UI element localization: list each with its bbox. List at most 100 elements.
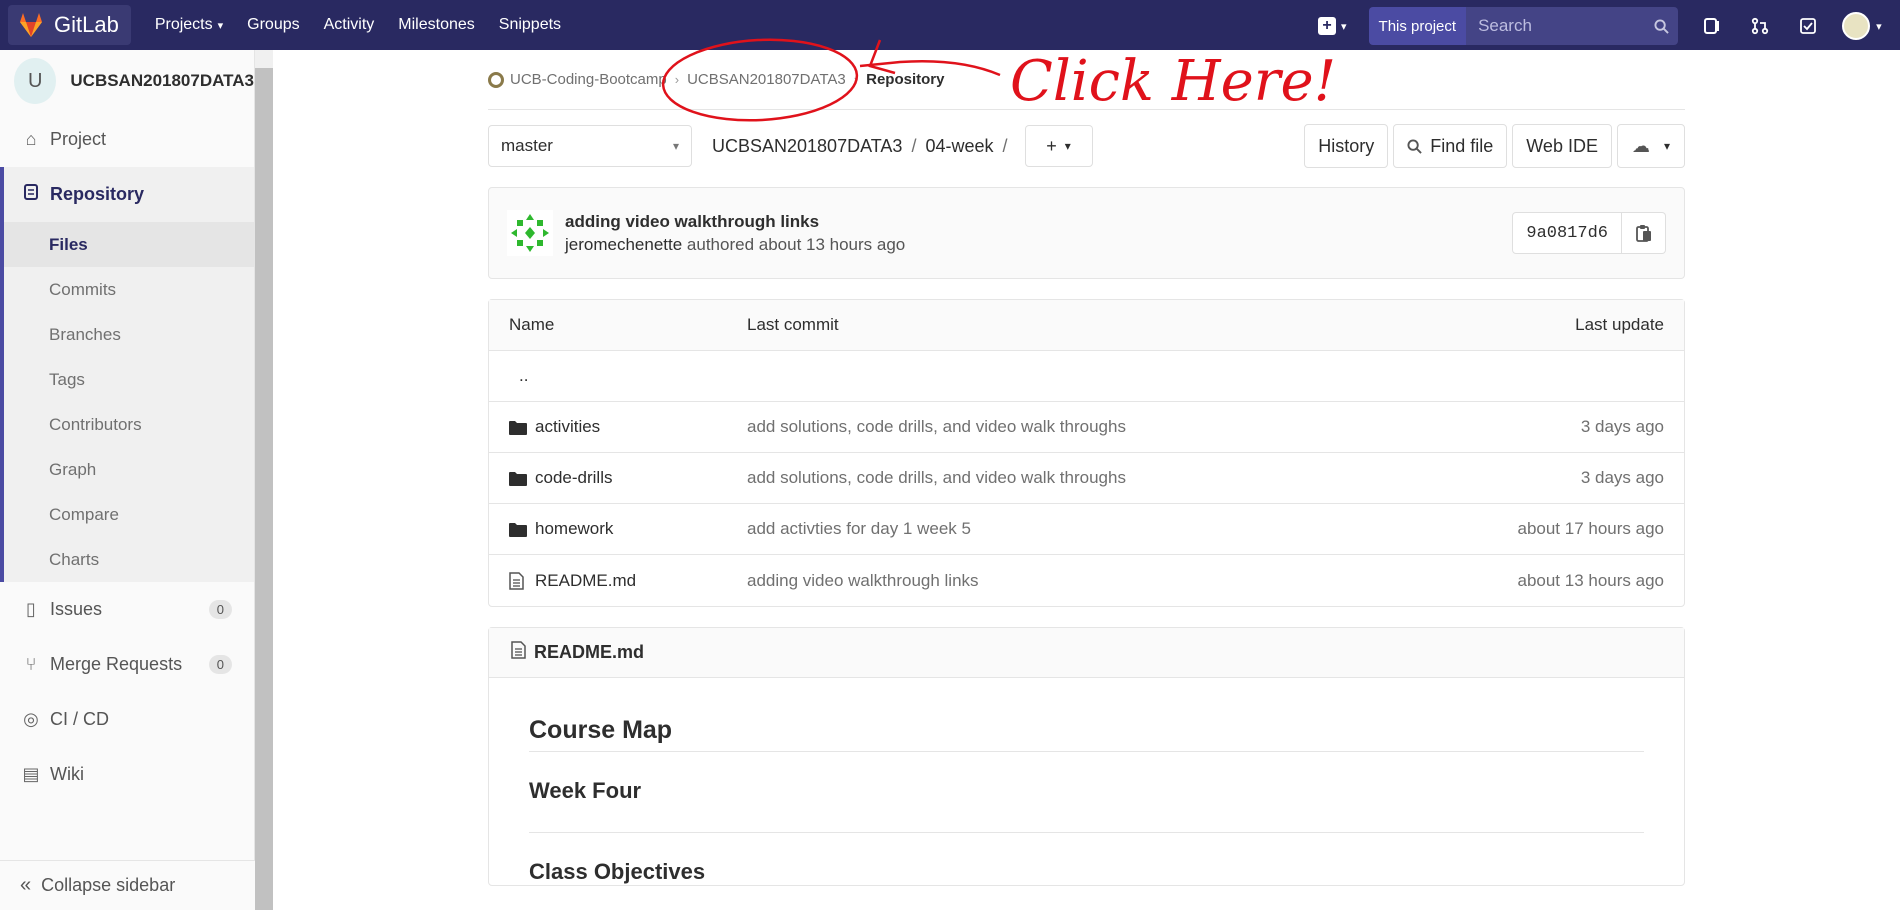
sidebar-project-name: UCBSAN201807DATA3 <box>70 71 254 90</box>
readme-panel: README.md Course Map Week Four Class Obj… <box>488 627 1685 886</box>
chevron-down-icon: ▾ <box>672 139 679 153</box>
file-name[interactable]: homework <box>535 519 613 539</box>
nav-groups[interactable]: Groups <box>235 16 311 34</box>
sidebar-item-label: Issues <box>50 599 103 619</box>
sidebar-scrollbar[interactable] <box>255 50 273 910</box>
sidebar-item-merge-requests[interactable]: ⑂ Merge Requests 0 <box>0 637 254 692</box>
history-button[interactable]: History <box>1304 124 1389 168</box>
folder-icon <box>509 522 529 537</box>
download-cloud-icon: ☁ <box>1631 135 1650 156</box>
file-last-update: 3 days ago <box>1580 468 1664 487</box>
merge-request-icon[interactable] <box>1746 12 1774 40</box>
merge-requests-count-badge: 0 <box>208 655 232 674</box>
commit-sha-group: 9a0817d6 <box>1512 212 1666 254</box>
parent-directory-link[interactable]: .. <box>489 366 747 386</box>
issues-icon[interactable] <box>1698 12 1726 40</box>
folder-icon <box>509 471 529 486</box>
parent-directory-row[interactable]: .. <box>489 351 1684 402</box>
readme-filename[interactable]: README.md <box>534 642 644 663</box>
sidebar-item-issues[interactable]: ▯ Issues 0 <box>0 582 254 637</box>
chevron-down-icon: ▾ <box>217 19 224 32</box>
issues-icon: ▯ <box>26 599 36 619</box>
file-tree-table: Name Last commit Last update .. activiti… <box>488 299 1685 607</box>
table-row: homework add activties for day 1 week 5 … <box>489 504 1684 555</box>
file-last-update: 3 days ago <box>1580 417 1664 436</box>
download-button[interactable]: ☁ ▾ <box>1616 124 1685 168</box>
commit-title[interactable]: adding video walkthrough links <box>565 212 905 232</box>
chevron-down-icon: ▾ <box>1064 139 1071 153</box>
scroll-up-arrow[interactable] <box>255 50 273 68</box>
copy-sha-button[interactable] <box>1622 212 1666 254</box>
path-separator: / <box>911 135 917 156</box>
sidebar-item-project[interactable]: ⌂ Project <box>0 112 254 167</box>
nav-activity[interactable]: Activity <box>312 16 387 34</box>
sidebar-item-label: Project <box>50 129 107 149</box>
branch-name: master <box>501 136 553 155</box>
breadcrumb-current[interactable]: Repository <box>866 71 944 88</box>
chevron-down-icon: ▾ <box>1876 20 1882 33</box>
file-last-commit[interactable]: add activties for day 1 week 5 <box>747 519 1517 539</box>
table-row: README.md adding video walkthrough links… <box>489 555 1684 606</box>
sidebar-subitem-commits[interactable]: Commits <box>4 267 254 312</box>
search-input[interactable] <box>1466 7 1645 45</box>
search-scope-badge[interactable]: This project <box>1368 7 1467 45</box>
sidebar-item-ci-cd[interactable]: ◎ CI / CD <box>0 692 254 747</box>
add-to-tree-button[interactable]: + ▾ <box>1024 125 1093 167</box>
table-header: Name Last commit Last update <box>489 300 1684 351</box>
commit-author-avatar[interactable] <box>507 210 553 256</box>
clipboard-icon <box>1635 225 1651 242</box>
double-chevron-left-icon: « <box>20 874 32 896</box>
branch-selector[interactable]: master ▾ <box>488 125 692 167</box>
sidebar-item-label: Wiki <box>50 764 84 784</box>
nav-projects[interactable]: Projects ▾ <box>143 16 235 34</box>
file-name[interactable]: code-drills <box>535 468 612 488</box>
path-root[interactable]: UCBSAN201807DATA3 <box>712 136 902 157</box>
commit-sha[interactable]: 9a0817d6 <box>1512 212 1622 254</box>
sidebar-subitem-branches[interactable]: Branches <box>4 312 254 357</box>
group-avatar-icon <box>488 71 504 88</box>
project-sidebar: U UCBSAN201807DATA3 ⌂ Project Repository… <box>0 50 255 910</box>
repository-icon <box>22 184 40 205</box>
plus-icon: + <box>1318 17 1336 35</box>
table-row: activities add solutions, code drills, a… <box>489 402 1684 453</box>
sidebar-project-header[interactable]: U UCBSAN201807DATA3 <box>0 50 254 112</box>
sidebar-subitem-contributors[interactable]: Contributors <box>4 402 254 447</box>
file-last-commit[interactable]: adding video walkthrough links <box>747 571 1517 591</box>
book-icon: ▤ <box>22 764 40 784</box>
top-navbar: GitLab Projects ▾ Groups Activity Milesto… <box>0 0 1900 50</box>
sidebar-subitem-graph[interactable]: Graph <box>4 447 254 492</box>
new-item-button[interactable]: + ▾ <box>1318 17 1347 35</box>
sidebar-item-repository[interactable]: Repository <box>4 167 254 222</box>
nav-milestones[interactable]: Milestones <box>386 16 486 34</box>
commit-author[interactable]: jeromechenette <box>565 235 682 254</box>
chevron-down-icon: ▾ <box>1341 20 1347 33</box>
sidebar-item-wiki[interactable]: ▤ Wiki <box>0 747 254 802</box>
file-last-commit[interactable]: add solutions, code drills, and video wa… <box>747 417 1581 437</box>
sidebar-subitem-tags[interactable]: Tags <box>4 357 254 402</box>
nav-snippets[interactable]: Snippets <box>487 16 573 34</box>
file-name[interactable]: README.md <box>535 571 636 591</box>
sidebar-subitem-compare[interactable]: Compare <box>4 492 254 537</box>
web-ide-button[interactable]: Web IDE <box>1512 124 1612 168</box>
home-icon: ⌂ <box>25 129 37 149</box>
gitlab-logo[interactable]: GitLab <box>8 5 131 45</box>
breadcrumb-group[interactable]: UCB-Coding-Bootcamp <box>510 71 667 88</box>
commit-time: authored about 13 hours ago <box>682 234 906 254</box>
search-box: This project <box>1368 7 1679 45</box>
chevron-right-icon: › <box>674 72 680 87</box>
file-icon <box>511 641 526 664</box>
path-dir[interactable]: 04-week <box>925 136 993 157</box>
sidebar-subitem-charts[interactable]: Charts <box>4 537 254 582</box>
file-name[interactable]: activities <box>535 417 600 437</box>
breadcrumb-project[interactable]: UCBSAN201807DATA3 <box>687 71 846 88</box>
todo-icon[interactable] <box>1794 12 1822 40</box>
find-file-button[interactable]: Find file <box>1393 124 1508 168</box>
search-icon[interactable] <box>1644 7 1679 45</box>
sidebar-item-label: CI / CD <box>50 709 110 729</box>
path-separator: / <box>1002 135 1008 156</box>
main-content: UCB-Coding-Bootcamp › UCBSAN201807DATA3 … <box>488 50 1685 886</box>
user-avatar[interactable] <box>1842 12 1871 40</box>
file-last-commit[interactable]: add solutions, code drills, and video wa… <box>747 468 1581 488</box>
collapse-sidebar-button[interactable]: « Collapse sidebar <box>0 860 255 910</box>
sidebar-subitem-files[interactable]: Files <box>4 222 254 267</box>
